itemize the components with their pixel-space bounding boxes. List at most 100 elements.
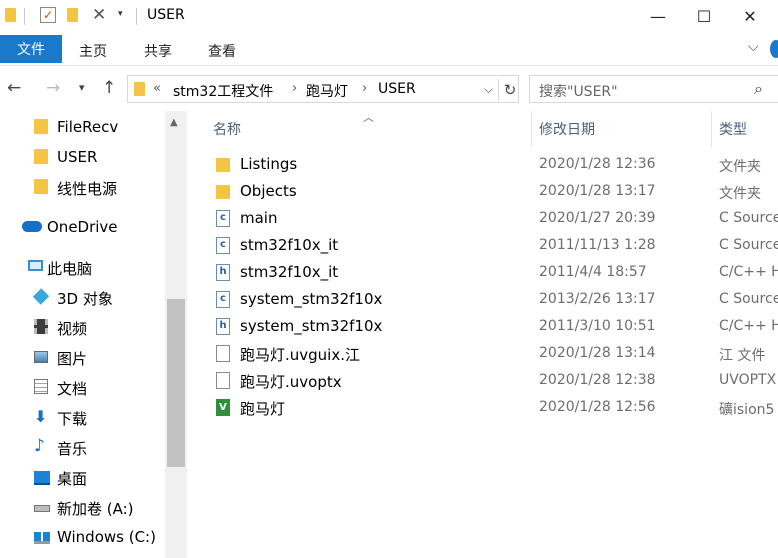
tab-file[interactable]: 文件 [0,35,62,63]
file-name: Listings [240,155,298,173]
file-list: ︿ 名称 修改日期 类型 Listings 2020/1/28 12:36 文件… [187,111,778,558]
recent-locations-chevron-icon[interactable]: ▾ [79,81,85,94]
sidebar-item-documents[interactable]: 文档 [0,371,165,401]
breadcrumb-overflow[interactable]: « [153,81,161,96]
column-divider[interactable] [531,111,532,147]
maximize-button[interactable]: ☐ [681,0,727,33]
file-type: C Source [719,210,778,226]
file-row[interactable]: 跑马灯.uvguix.江 2020/1/28 13:14 江 文件 [209,340,778,367]
help-icon[interactable] [770,40,778,58]
c-source-icon: c [216,291,230,308]
up-arrow-icon[interactable]: ↑ [102,78,116,98]
sidebar-item-this-pc[interactable]: 此电脑 [0,251,165,281]
scroll-up-arrow-icon[interactable]: ▲ [170,117,178,128]
file-row[interactable]: c system_stm32f10x 2013/2/26 13:17 C Sou… [209,286,778,313]
sidebar-item-label: 桌面 [57,470,88,488]
sidebar-item-label: OneDrive [47,218,118,236]
file-row[interactable]: Listings 2020/1/28 12:36 文件夹 [209,151,778,178]
search-icon[interactable]: ⌕ [754,79,763,99]
blank-file-icon [216,372,230,389]
file-type: C/C++ H [719,318,778,334]
breadcrumb-marquee[interactable]: 跑马灯 [306,81,348,101]
file-row[interactable]: 跑马灯.uvoptx 2020/1/28 12:38 UVOPTX [209,367,778,394]
sidebar-item-label: FileRecv [57,118,119,136]
file-row[interactable]: V 跑马灯 2020/1/28 12:56 礦ision5 [209,394,778,421]
sidebar-item-pictures[interactable]: 图片 [0,341,165,371]
breadcrumb-stm32-project[interactable]: stm32工程文件 [173,81,273,101]
refresh-icon[interactable]: ↻ [498,79,521,101]
divider [136,8,137,25]
file-modified: 2020/1/28 12:38 [539,372,656,388]
back-arrow-icon[interactable]: ← [7,78,21,98]
header-file-icon: h [216,318,230,335]
file-modified: 2020/1/28 13:14 [539,345,656,361]
file-name: Objects [240,182,297,200]
folder-icon [34,179,48,194]
file-type: C Source [719,291,778,307]
sidebar-item-music[interactable]: ♪ 音乐 [0,431,165,461]
sort-ascending-icon: ︿ [363,111,374,124]
sidebar-item-filerecv[interactable]: FileRecv [0,111,165,141]
sidebar-scrollbar[interactable]: ▲ [165,111,187,558]
file-row[interactable]: c main 2020/1/27 20:39 C Source [209,205,778,232]
column-header-modified[interactable]: 修改日期 [539,119,595,139]
file-modified: 2020/1/28 12:56 [539,399,656,415]
cube-icon [32,288,50,305]
column-divider[interactable] [711,111,712,147]
customize-quick-access-chevron-icon[interactable]: ▾ [118,9,123,19]
sidebar-item-desktop[interactable]: 桌面 [0,461,165,491]
sidebar-item-user[interactable]: USER [0,141,165,171]
blank-file-icon [216,345,230,362]
column-header-name[interactable]: 名称 [213,119,241,139]
address-bar[interactable]: « stm32工程文件 › 跑马灯 › USER ⌵ ↻ [127,75,519,103]
header-file-icon: h [216,264,230,281]
window-title: USER [147,7,185,23]
ribbon-expand-chevron-icon[interactable]: ⌵ [748,39,759,55]
breadcrumb-user[interactable]: USER [378,81,416,97]
file-name: stm32f10x_it [240,236,339,254]
folder-icon [34,149,48,164]
sidebar-item-drive-c[interactable]: Windows (C:) [0,521,165,551]
sidebar-item-downloads[interactable]: ⬇ 下载 [0,401,165,431]
sidebar-item-linear-power[interactable]: 线性电源 [0,171,165,201]
file-row[interactable]: h stm32f10x_it 2011/4/4 18:57 C/C++ H [209,259,778,286]
video-icon [34,319,48,334]
sidebar-item-videos[interactable]: 视频 [0,311,165,341]
file-modified: 2020/1/28 13:17 [539,183,656,199]
c-source-icon: c [216,237,230,254]
tab-view[interactable]: 查看 [208,41,236,61]
file-type: 文件夹 [719,186,761,202]
uvision-project-icon: V [216,399,230,416]
close-button[interactable]: ✕ [727,0,773,33]
search-input[interactable]: 搜索"USER" ⌕ [529,75,778,103]
folder-icon [216,158,230,172]
file-type: 文件夹 [719,159,761,175]
minimize-button[interactable]: — [635,0,681,33]
tab-share[interactable]: 共享 [144,41,172,61]
properties-checkmark-icon[interactable]: ✓ [40,7,56,23]
file-modified: 2013/2/26 13:17 [539,291,656,307]
sidebar-item-label: Windows (C:) [57,528,156,546]
sidebar-item-label: 此电脑 [47,260,93,278]
folder-icon [34,119,48,134]
new-folder-icon[interactable] [67,8,78,22]
forward-arrow-icon[interactable]: → [46,78,60,98]
file-row[interactable]: Objects 2020/1/28 13:17 文件夹 [209,178,778,205]
address-dropdown-chevron-icon[interactable]: ⌵ [484,82,493,97]
computer-icon [28,260,43,271]
tab-home[interactable]: 主页 [79,41,107,61]
column-header-type[interactable]: 类型 [719,119,747,139]
file-row[interactable]: c stm32f10x_it 2011/11/13 1:28 C Source [209,232,778,259]
delete-x-icon[interactable]: ✕ [92,5,106,25]
c-source-icon: c [216,210,230,227]
sidebar-item-drive-a[interactable]: 新加卷 (A:) [0,491,165,521]
file-row[interactable]: h system_stm32f10x 2011/3/10 10:51 C/C++… [209,313,778,340]
drive-icon [34,505,50,512]
breadcrumb-separator[interactable]: › [292,81,297,96]
sidebar-item-onedrive[interactable]: OneDrive [0,211,165,241]
file-type: C/C++ H [719,264,778,280]
search-placeholder: 搜索"USER" [539,84,618,100]
breadcrumb-separator[interactable]: › [362,81,367,96]
sidebar-item-3d-objects[interactable]: 3D 对象 [0,281,165,311]
scrollbar-thumb[interactable] [167,299,185,467]
